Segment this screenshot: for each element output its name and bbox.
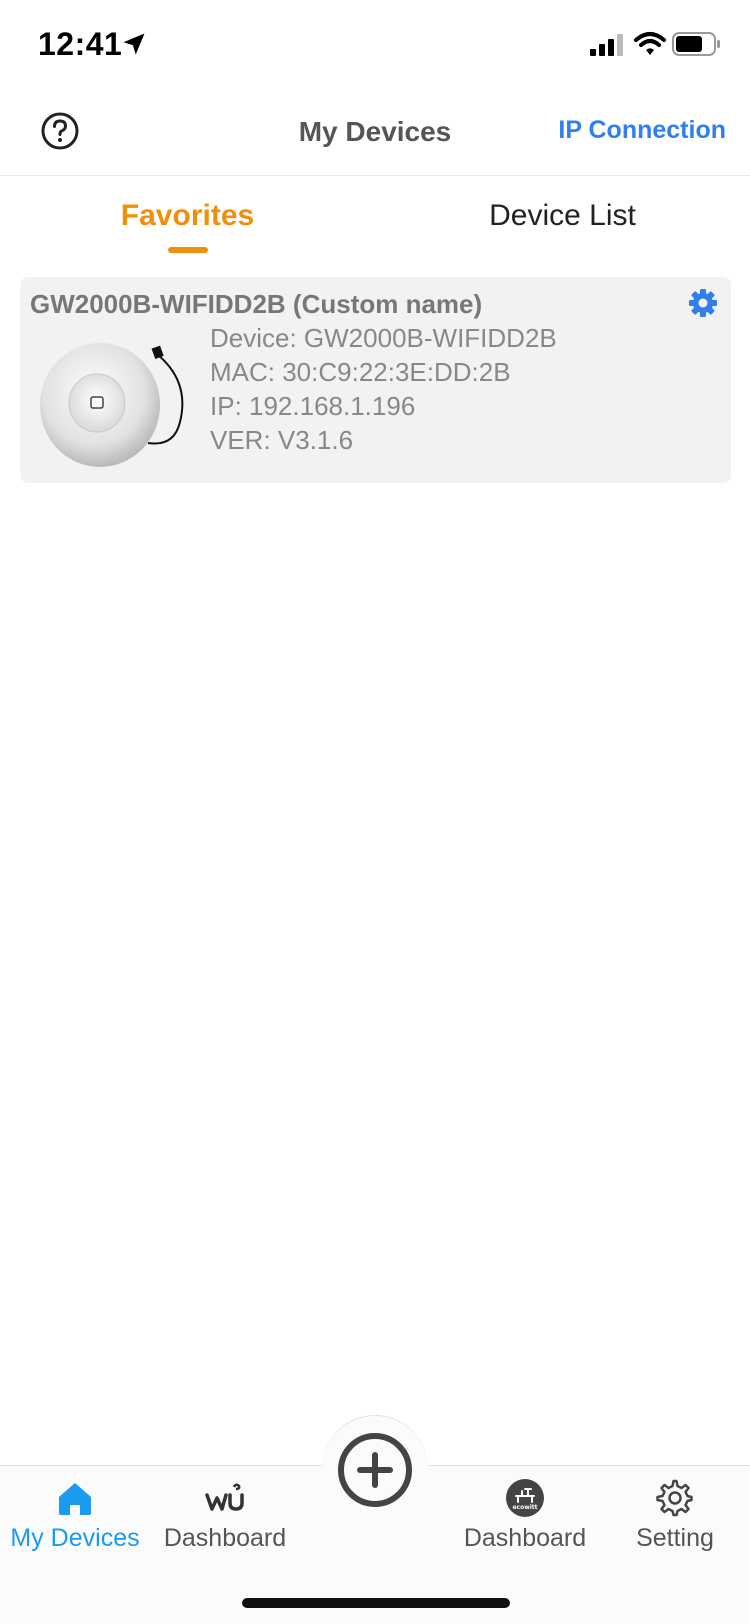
- gateway-device-image: [40, 343, 184, 467]
- location-arrow-icon: [123, 33, 145, 55]
- tabbar-label-wu-dashboard: Dashboard: [163, 1524, 287, 1552]
- active-tab-indicator: [168, 247, 208, 253]
- status-time: 12:41: [38, 26, 123, 62]
- ip-connection-link[interactable]: IP Connection: [558, 116, 726, 145]
- tabbar-label-my-devices: My Devices: [10, 1524, 140, 1552]
- device-version-line: VER: V3.1.6: [210, 425, 354, 455]
- tab-device-list[interactable]: Device List: [375, 199, 750, 233]
- ecowitt-icon: ecowitt: [506, 1479, 544, 1517]
- tabbar-item-ecowitt-dashboard[interactable]: ecowitt Dashboard: [450, 1478, 600, 1553]
- device-mac-line: MAC: 30:C9:22:3E:DD:2B: [210, 357, 511, 387]
- tabbar-label-ecowitt-dashboard: Dashboard: [463, 1524, 587, 1552]
- home-indicator: [242, 1598, 510, 1608]
- tab-favorites[interactable]: Favorites: [0, 199, 375, 233]
- svg-text:ecowitt: ecowitt: [512, 1504, 537, 1511]
- device-name: GW2000B-WIFIDD2B (Custom name): [30, 289, 483, 319]
- device-tabs: Favorites Device List: [0, 177, 750, 257]
- tabbar-item-my-devices[interactable]: My Devices: [0, 1478, 150, 1553]
- tabbar-label-setting: Setting: [636, 1524, 714, 1552]
- cellular-signal-icon: [590, 34, 623, 56]
- tabbar-item-wu-dashboard[interactable]: Dashboard: [150, 1478, 300, 1553]
- battery-icon: [672, 32, 720, 56]
- device-info: Device: GW2000B-WIFIDD2B MAC: 30:C9:22:3…: [210, 321, 557, 457]
- device-ip-line: IP: 192.168.1.196: [210, 391, 416, 421]
- status-bar: 12:41: [0, 0, 750, 90]
- gear-icon: [656, 1479, 693, 1517]
- home-icon: [59, 1483, 91, 1515]
- tabbar-item-setting[interactable]: Setting: [600, 1478, 750, 1553]
- add-device-plus-icon[interactable]: [335, 1430, 415, 1510]
- wu-icon: [205, 1483, 244, 1511]
- device-card[interactable]: GW2000B-WIFIDD2B (Custom name) Device: G…: [20, 277, 731, 483]
- device-model-line: Device: GW2000B-WIFIDD2B: [210, 323, 557, 353]
- wifi-icon: [634, 32, 666, 55]
- device-settings-gear-icon[interactable]: [687, 287, 719, 319]
- navigation-bar: My Devices IP Connection: [0, 90, 750, 176]
